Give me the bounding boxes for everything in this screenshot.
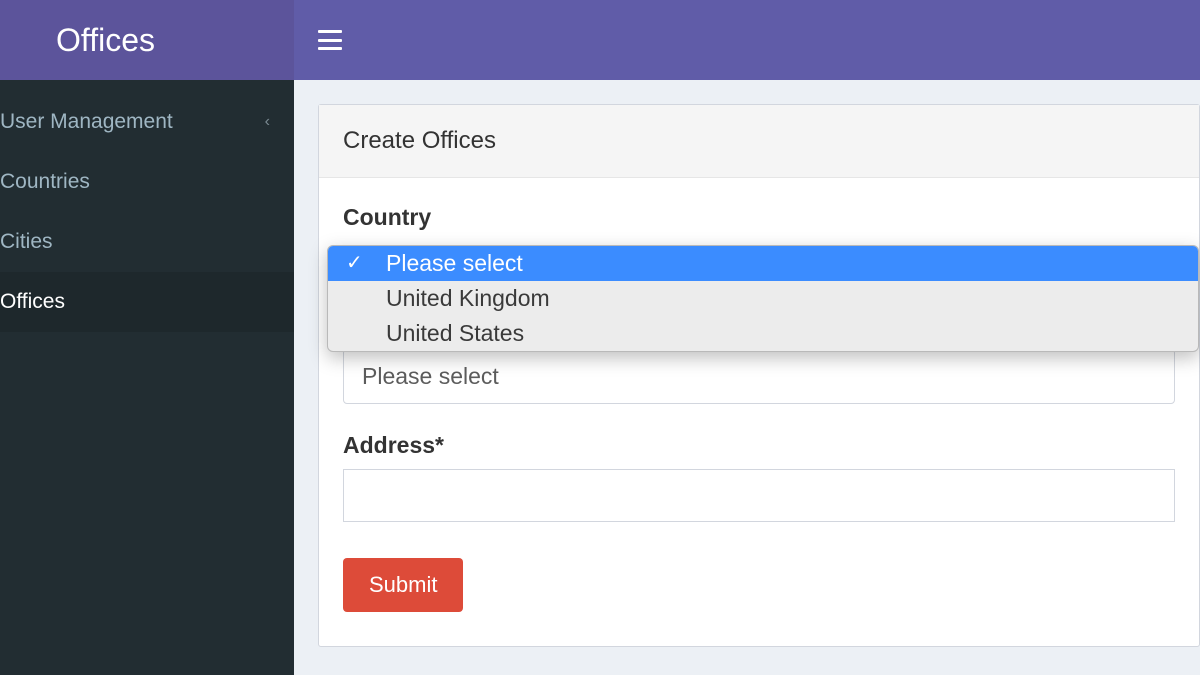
country-dropdown-list: ✓ Please select United Kingdom United St… xyxy=(327,245,1199,352)
sidebar-item-label: Cities xyxy=(0,230,53,254)
create-panel: Create Offices Country ✓ Please select U… xyxy=(318,104,1200,647)
sidebar-item-offices[interactable]: Offices xyxy=(0,272,294,332)
city-select[interactable]: Please select xyxy=(343,349,1175,404)
country-label: Country xyxy=(343,204,1175,231)
country-option-please-select[interactable]: ✓ Please select xyxy=(328,246,1198,281)
sidebar: User Management ‹ Countries Cities Offic… xyxy=(0,80,294,675)
option-label: Please select xyxy=(386,250,523,276)
sidebar-item-countries[interactable]: Countries xyxy=(0,152,294,212)
sidebar-item-user-management[interactable]: User Management ‹ xyxy=(0,92,294,152)
main-content: Create Offices Country ✓ Please select U… xyxy=(294,80,1200,675)
header-main xyxy=(294,0,1200,80)
sidebar-item-cities[interactable]: Cities xyxy=(0,212,294,272)
chevron-left-icon: ‹ xyxy=(265,113,270,131)
panel-title: Create Offices xyxy=(319,105,1199,178)
country-option-united-kingdom[interactable]: United Kingdom xyxy=(328,281,1198,316)
sidebar-item-label: User Management xyxy=(0,110,173,134)
check-icon: ✓ xyxy=(346,250,363,275)
country-option-united-states[interactable]: United States xyxy=(328,316,1198,351)
option-label: United Kingdom xyxy=(386,285,550,311)
submit-button[interactable]: Submit xyxy=(343,558,463,612)
address-label: Address* xyxy=(343,432,1175,459)
address-input[interactable] xyxy=(343,469,1175,522)
brand-title[interactable]: Offices xyxy=(0,0,294,80)
option-label: United States xyxy=(386,320,524,346)
sidebar-item-label: Offices xyxy=(0,290,65,314)
sidebar-item-label: Countries xyxy=(0,170,90,194)
hamburger-icon[interactable] xyxy=(318,30,342,50)
